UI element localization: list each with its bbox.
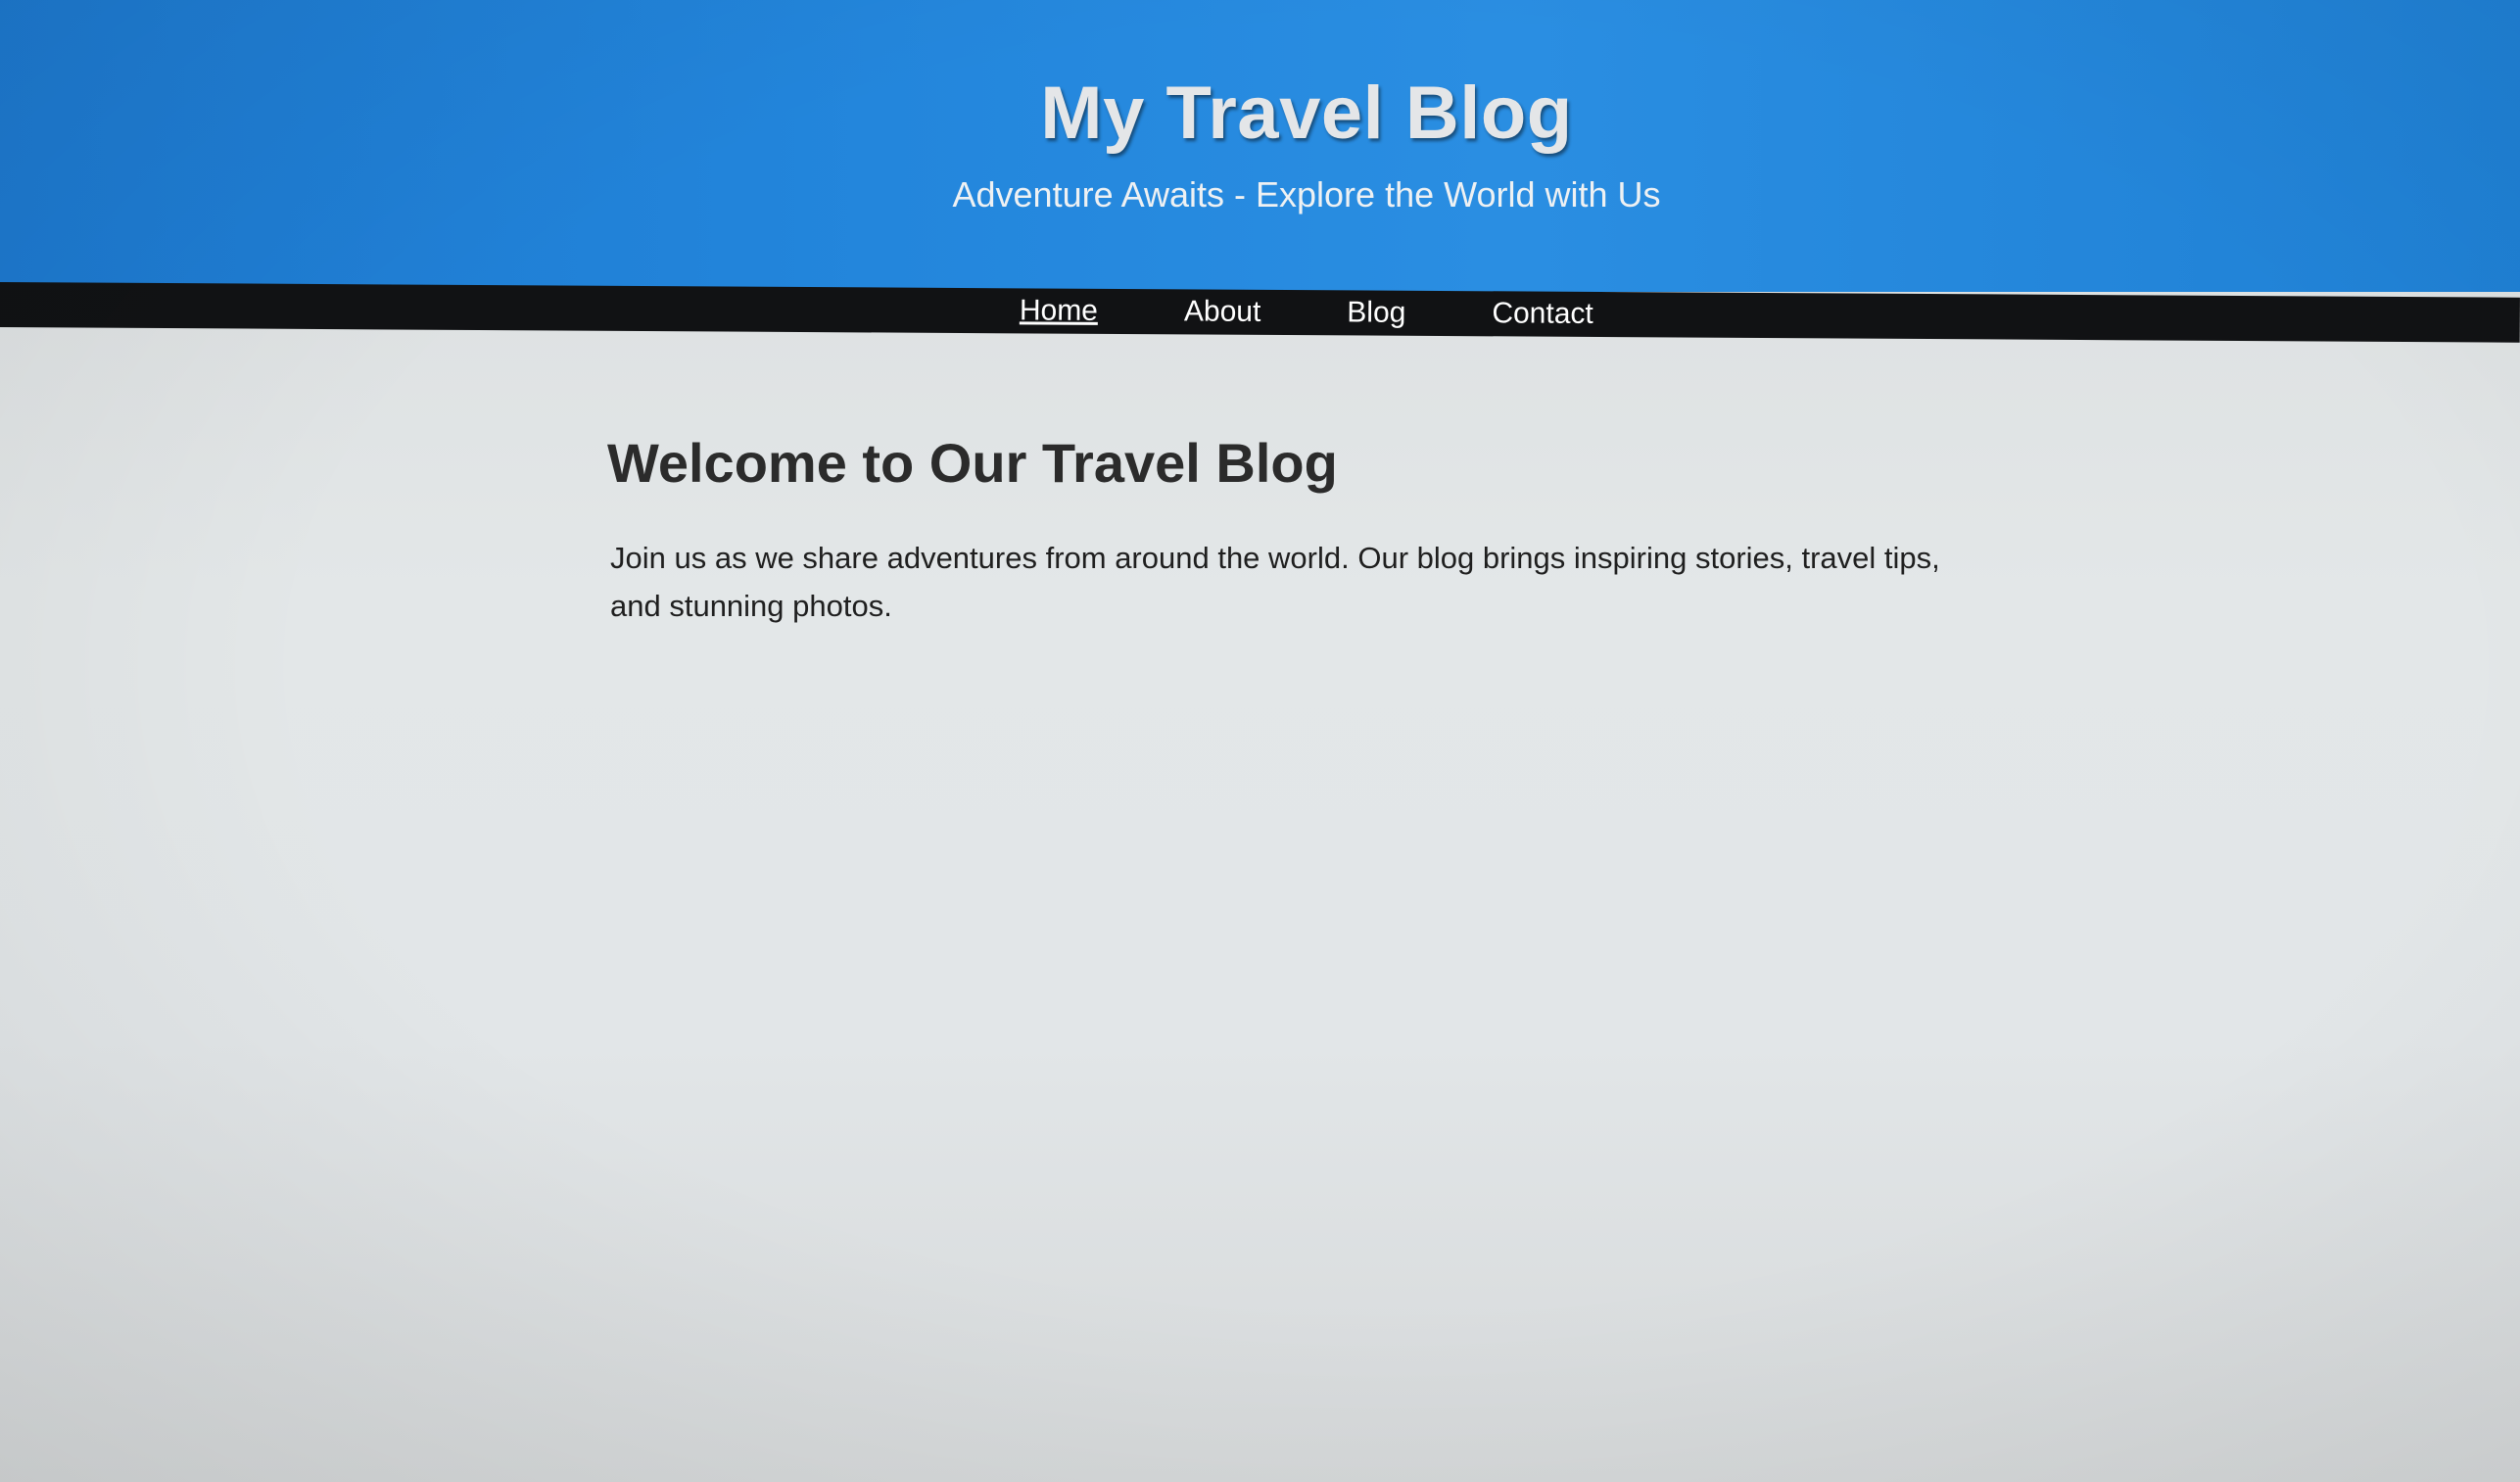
- welcome-heading: Welcome to Our Travel Blog: [607, 432, 1338, 494]
- nav-item-blog: Blog: [1347, 296, 1405, 329]
- site-tagline: Adventure Awaits - Explore the World wit…: [952, 174, 1661, 215]
- site-header: My Travel Blog Adventure Awaits - Explor…: [0, 0, 2520, 292]
- intro-paragraph: Join us as we share adventures from arou…: [610, 541, 1940, 623]
- page: My Travel Blog Adventure Awaits - Explor…: [0, 0, 2520, 1482]
- nav-item-contact: Contact: [1492, 297, 1593, 331]
- nav-link-contact[interactable]: Contact: [1492, 297, 1593, 330]
- nav-link-blog[interactable]: Blog: [1347, 296, 1405, 328]
- nav-item-about: About: [1184, 295, 1261, 328]
- nav-item-home: Home: [1020, 294, 1098, 327]
- nav-link-about[interactable]: About: [1184, 295, 1261, 327]
- main-content: Welcome to Our Travel Blog Join us as we…: [607, 431, 1978, 630]
- nav-link-home[interactable]: Home: [1020, 294, 1098, 326]
- site-title: My Travel Blog: [1040, 72, 1573, 155]
